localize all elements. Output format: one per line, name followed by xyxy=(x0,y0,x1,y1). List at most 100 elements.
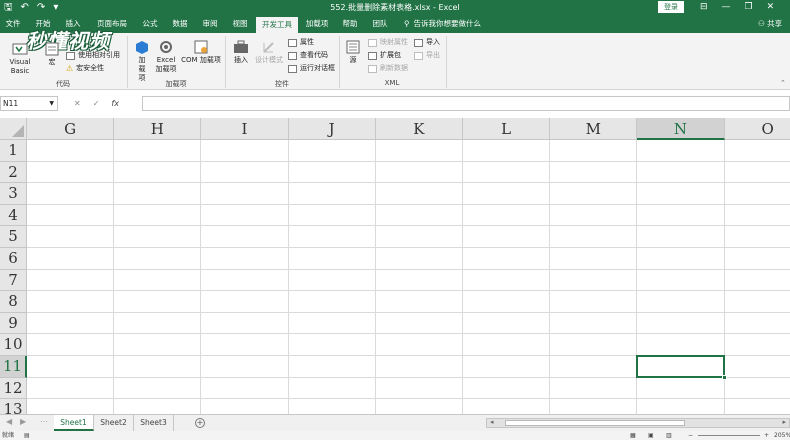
com-addins-button[interactable]: COM 加载项 xyxy=(179,39,223,65)
tab-team[interactable]: 团队 xyxy=(368,15,392,33)
row-header-2[interactable]: 2 xyxy=(0,161,27,184)
row-gridline xyxy=(27,398,790,400)
group-label-controls: 控件 xyxy=(275,80,289,88)
column-header-h[interactable]: H xyxy=(114,118,202,140)
xml-source-button[interactable]: 源 xyxy=(344,39,362,65)
tab-addins[interactable]: 加载项 xyxy=(302,15,332,33)
sheet-more-icon[interactable]: ⋯ xyxy=(40,417,48,426)
row-header-4[interactable]: 4 xyxy=(0,204,27,227)
horizontal-scrollbar[interactable]: ◂ ▸ xyxy=(486,418,790,428)
add-sheet-icon[interactable]: + xyxy=(195,418,205,428)
addins-button[interactable]: 加载项 xyxy=(131,39,153,83)
row-header-7[interactable]: 7 xyxy=(0,269,27,292)
relative-refs-button[interactable]: 使用相对引用 xyxy=(66,50,120,61)
formula-bar: N11 ▼ ✕ ✓ fx xyxy=(0,95,790,112)
tell-me-box[interactable]: ⚲ 告诉我你想要做什么 xyxy=(404,15,481,33)
refresh-data-button[interactable]: 刷新数据 xyxy=(368,63,408,74)
accessibility-icon: ▤ xyxy=(24,432,30,439)
scroll-thumb[interactable] xyxy=(505,420,685,426)
login-button[interactable]: 登录 xyxy=(658,1,684,13)
row-header-3[interactable]: 3 xyxy=(0,183,27,205)
group-label-code: 代码 xyxy=(56,80,70,88)
view-code-button[interactable]: 查看代码 xyxy=(288,50,328,61)
macros-button[interactable]: 宏 xyxy=(44,41,60,67)
map-properties-button[interactable]: 映射属性 xyxy=(368,37,408,48)
row-header-8[interactable]: 8 xyxy=(0,291,27,313)
row-gridline xyxy=(27,290,790,292)
sheet-tab-sheet3[interactable]: Sheet3 xyxy=(134,415,174,431)
restore-icon[interactable]: ❐ xyxy=(745,0,753,14)
status-bar: 就绪 ▤ ▦ ▣ ▥ − + 205% xyxy=(0,431,790,440)
row-header-5[interactable]: 5 xyxy=(0,226,27,248)
expansion-packs-button[interactable]: 扩展包 xyxy=(368,50,401,61)
row-header-6[interactable]: 6 xyxy=(0,248,27,270)
row-header-13[interactable]: 13 xyxy=(0,399,27,414)
xml-import-button[interactable]: 导入 xyxy=(414,37,440,48)
column-header-g[interactable]: G xyxy=(27,118,115,140)
column-header-j[interactable]: J xyxy=(288,118,376,140)
tab-view[interactable]: 视图 xyxy=(228,15,252,33)
chevron-down-icon: ▼ xyxy=(49,100,54,107)
row-header-10[interactable]: 10 xyxy=(0,334,27,356)
column-header-n[interactable]: N xyxy=(637,118,725,140)
map-properties-icon xyxy=(368,38,377,47)
scroll-left-icon[interactable]: ◂ xyxy=(490,418,494,426)
zoom-out-icon[interactable]: + xyxy=(764,431,769,440)
row-gridline xyxy=(27,311,790,313)
zoom-level[interactable]: 205% xyxy=(774,431,790,440)
row-gridline xyxy=(27,247,790,248)
minimize-icon[interactable]: — xyxy=(722,0,731,14)
worksheet-grid[interactable]: G H I J K L M N O 1 2 3 4 5 6 7 8 9 10 11 12 13 xyxy=(0,118,790,414)
tab-developer[interactable]: 开发工具 xyxy=(256,17,298,33)
tab-data[interactable]: 数据 xyxy=(168,15,192,33)
tab-review[interactable]: 审阅 xyxy=(198,15,222,33)
design-mode-button[interactable]: 设计模式 xyxy=(254,39,284,65)
gear-icon xyxy=(160,41,172,53)
fill-handle[interactable] xyxy=(721,374,727,380)
select-all-button[interactable] xyxy=(0,118,27,140)
close-icon[interactable]: ✕ xyxy=(767,0,775,14)
sheet-tab-sheet1[interactable]: Sheet1 xyxy=(54,415,94,431)
row-header-1[interactable]: 1 xyxy=(0,140,27,162)
properties-icon xyxy=(288,38,297,47)
tab-help[interactable]: 帮助 xyxy=(338,15,362,33)
column-header-m[interactable]: M xyxy=(550,118,638,140)
row-header-12[interactable]: 12 xyxy=(0,377,27,400)
active-cell[interactable] xyxy=(636,355,727,380)
cancel-icon[interactable]: ✕ xyxy=(74,99,81,108)
insert-function-icon[interactable]: fx xyxy=(111,99,119,108)
column-header-i[interactable]: I xyxy=(201,118,289,140)
macro-security-button[interactable]: ⚠ 宏安全性 xyxy=(66,63,104,74)
column-header-l[interactable]: L xyxy=(463,118,551,140)
xml-export-button[interactable]: 导出 xyxy=(414,50,440,61)
normal-view-icon[interactable]: ▦ xyxy=(630,431,636,440)
formula-input[interactable] xyxy=(142,96,790,111)
zoom-slider[interactable] xyxy=(698,435,760,436)
sheet-prev-icon[interactable]: ◀ xyxy=(6,417,12,426)
column-header-k[interactable]: K xyxy=(375,118,463,140)
tab-file[interactable]: 文件 xyxy=(2,15,24,33)
row-header-9[interactable]: 9 xyxy=(0,312,27,335)
collapse-ribbon-icon[interactable]: ⌃ xyxy=(780,79,786,87)
column-gridline xyxy=(113,140,115,414)
ribbon-display-icon[interactable]: ⊟ xyxy=(700,0,708,14)
column-header-o[interactable]: O xyxy=(724,118,790,140)
properties-button[interactable]: 属性 xyxy=(288,37,314,48)
scroll-right-icon[interactable]: ▸ xyxy=(782,418,786,426)
tab-formulas[interactable]: 公式 xyxy=(138,15,162,33)
xml-source-icon xyxy=(346,40,360,54)
visual-basic-button[interactable]: Visual Basic xyxy=(0,41,40,76)
tell-me-text: 告诉我你想要做什么 xyxy=(413,19,482,28)
share-button[interactable]: ⚇ 共享 xyxy=(758,15,782,33)
page-break-view-icon[interactable]: ▥ xyxy=(666,431,672,440)
zoom-out-icon[interactable]: − xyxy=(688,431,693,440)
row-header-11[interactable]: 11 xyxy=(0,356,27,378)
insert-control-button[interactable]: 插入 xyxy=(230,39,252,65)
run-dialog-button[interactable]: 运行对话框 xyxy=(288,63,335,74)
excel-addins-button[interactable]: Excel 加载项 xyxy=(155,39,177,74)
enter-icon[interactable]: ✓ xyxy=(93,99,100,108)
name-box[interactable]: N11 ▼ xyxy=(0,96,58,111)
page-layout-view-icon[interactable]: ▣ xyxy=(648,431,654,440)
sheet-tab-sheet2[interactable]: Sheet2 xyxy=(94,415,134,431)
sheet-next-icon[interactable]: ▶ xyxy=(20,417,26,426)
